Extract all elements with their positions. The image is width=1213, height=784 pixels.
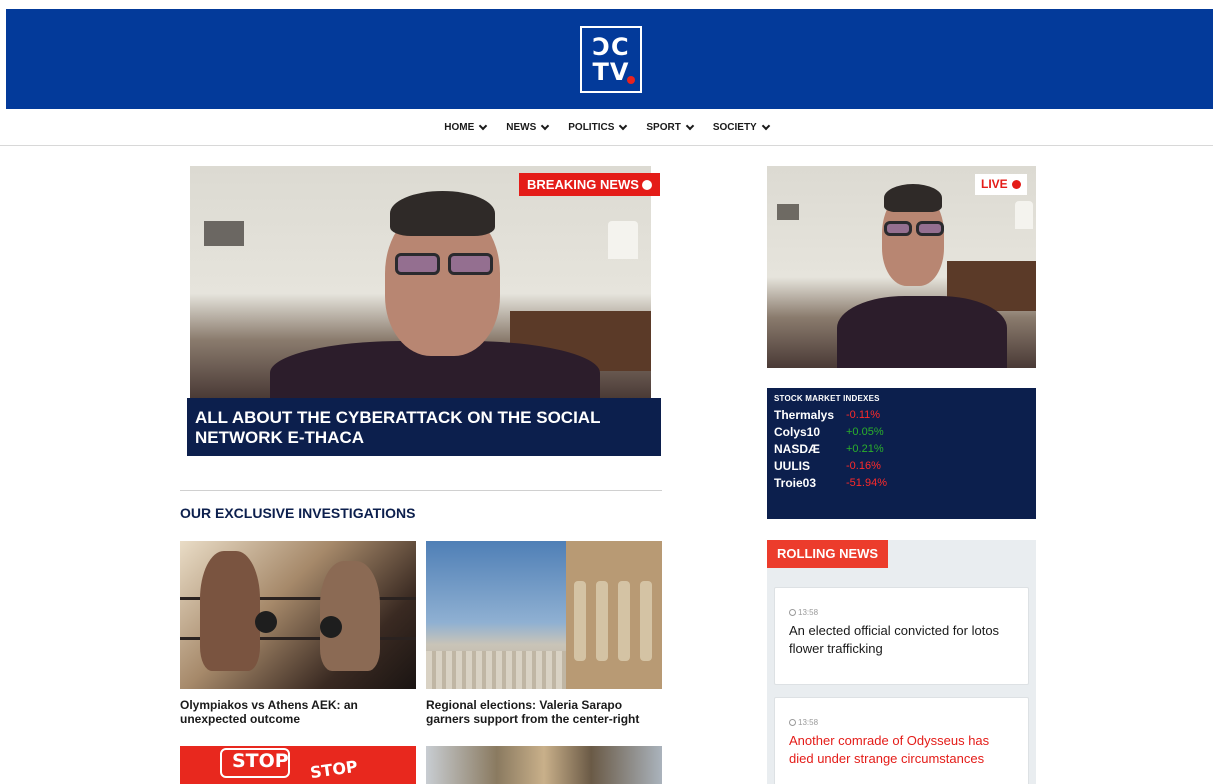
stock-name: Troie03 bbox=[774, 476, 817, 490]
boxing-photo[interactable] bbox=[180, 541, 416, 689]
page: ƆC TV HOME NEWS POLITICS SPORT SOCIETY B… bbox=[0, 0, 1213, 784]
chevron-down-icon bbox=[685, 121, 695, 130]
stock-value: +0.21% bbox=[846, 443, 884, 455]
news-text: An elected official convicted for lotos … bbox=[789, 623, 1000, 656]
stop-signs-photo[interactable]: STOP STOP bbox=[180, 746, 416, 784]
stock-value: -0.11% bbox=[846, 409, 881, 421]
nav-label: SPORT bbox=[646, 122, 681, 133]
live-label: LIVE bbox=[981, 177, 1008, 191]
site-logo[interactable]: ƆC TV bbox=[580, 26, 642, 93]
chevron-down-icon bbox=[761, 121, 770, 130]
news-text: Another comrade of Odysseus has died und… bbox=[789, 733, 990, 766]
nav-label: POLITICS bbox=[568, 122, 615, 133]
rope-photo[interactable] bbox=[426, 746, 662, 784]
chevron-down-icon bbox=[479, 121, 488, 130]
news-time-text: 13:58 bbox=[798, 608, 819, 617]
chevron-down-icon bbox=[619, 121, 628, 130]
chevron-down-icon bbox=[541, 121, 550, 130]
rolling-news-title: ROLLING NEWS bbox=[767, 540, 889, 568]
rolling-news-panel: ROLLING NEWS 13:58 An elected official c… bbox=[767, 540, 1036, 784]
stock-row: Troie03 -51.94% bbox=[774, 475, 1029, 492]
nav-item-home[interactable]: HOME bbox=[444, 121, 488, 133]
section-divider bbox=[180, 490, 662, 491]
stock-name: NASDÆ bbox=[774, 442, 821, 456]
stock-value: +0.05% bbox=[846, 426, 884, 438]
nav-item-politics[interactable]: POLITICS bbox=[568, 121, 628, 133]
stock-row: Thermalys -0.11% bbox=[774, 407, 1029, 424]
clock-icon bbox=[789, 609, 796, 616]
live-video-image[interactable] bbox=[767, 166, 1036, 368]
stock-name: Colys10 bbox=[774, 425, 821, 439]
stock-row: Colys10 +0.05% bbox=[774, 424, 1029, 441]
stock-value: -0.16% bbox=[846, 460, 881, 472]
breaking-news-label: BREAKING NEWS bbox=[527, 177, 639, 192]
section-title: OUR EXCLUSIVE INVESTIGATIONS bbox=[180, 505, 416, 521]
breaking-news-badge: BREAKING NEWS bbox=[519, 173, 660, 196]
clock-icon bbox=[789, 719, 796, 726]
stock-title: STOCK MARKET INDEXES bbox=[774, 394, 880, 403]
nav-label: HOME bbox=[444, 122, 475, 133]
live-badge: LIVE bbox=[975, 174, 1027, 195]
card-caption[interactable]: Olympiakos vs Athens AEK: an unexpected … bbox=[180, 698, 420, 726]
stock-row: UULIS -0.16% bbox=[774, 458, 1029, 475]
logo-line-1: ƆC bbox=[592, 33, 630, 61]
hero-video-image[interactable] bbox=[190, 166, 651, 398]
nav-label: SOCIETY bbox=[712, 122, 757, 133]
news-time-text: 13:58 bbox=[798, 718, 819, 727]
stop-sign-text: STOP bbox=[308, 756, 359, 783]
site-header: ƆC TV bbox=[6, 9, 1213, 109]
stock-name: UULIS bbox=[774, 459, 810, 473]
stock-row: NASDÆ +0.21% bbox=[774, 441, 1029, 458]
nav-item-sport[interactable]: SPORT bbox=[646, 121, 695, 133]
logo-red-dot bbox=[627, 76, 635, 84]
record-dot-icon bbox=[1011, 180, 1021, 189]
news-time: 13:58 bbox=[789, 718, 1015, 727]
news-time: 13:58 bbox=[789, 608, 1015, 617]
stock-name: Thermalys bbox=[774, 408, 835, 422]
nav-item-news[interactable]: NEWS bbox=[506, 121, 550, 133]
nav-label: NEWS bbox=[506, 122, 537, 133]
rolling-news-item[interactable]: 13:58 An elected official convicted for … bbox=[774, 587, 1029, 685]
acropolis-photo[interactable] bbox=[426, 541, 662, 689]
nav-item-society[interactable]: SOCIETY bbox=[712, 121, 770, 133]
hero-headline[interactable]: ALL ABOUT THE CYBERATTACK ON THE SOCIAL … bbox=[187, 398, 661, 456]
stock-value: -51.94% bbox=[846, 477, 887, 489]
card-caption[interactable]: Regional elections: Valeria Sarapo garne… bbox=[426, 698, 666, 726]
stock-market-widget: STOCK MARKET INDEXES Thermalys -0.11% Co… bbox=[767, 388, 1036, 519]
rolling-news-item[interactable]: 13:58 Another comrade of Odysseus has di… bbox=[774, 697, 1029, 784]
record-dot-icon bbox=[641, 179, 652, 190]
main-nav: HOME NEWS POLITICS SPORT SOCIETY bbox=[0, 110, 1213, 146]
